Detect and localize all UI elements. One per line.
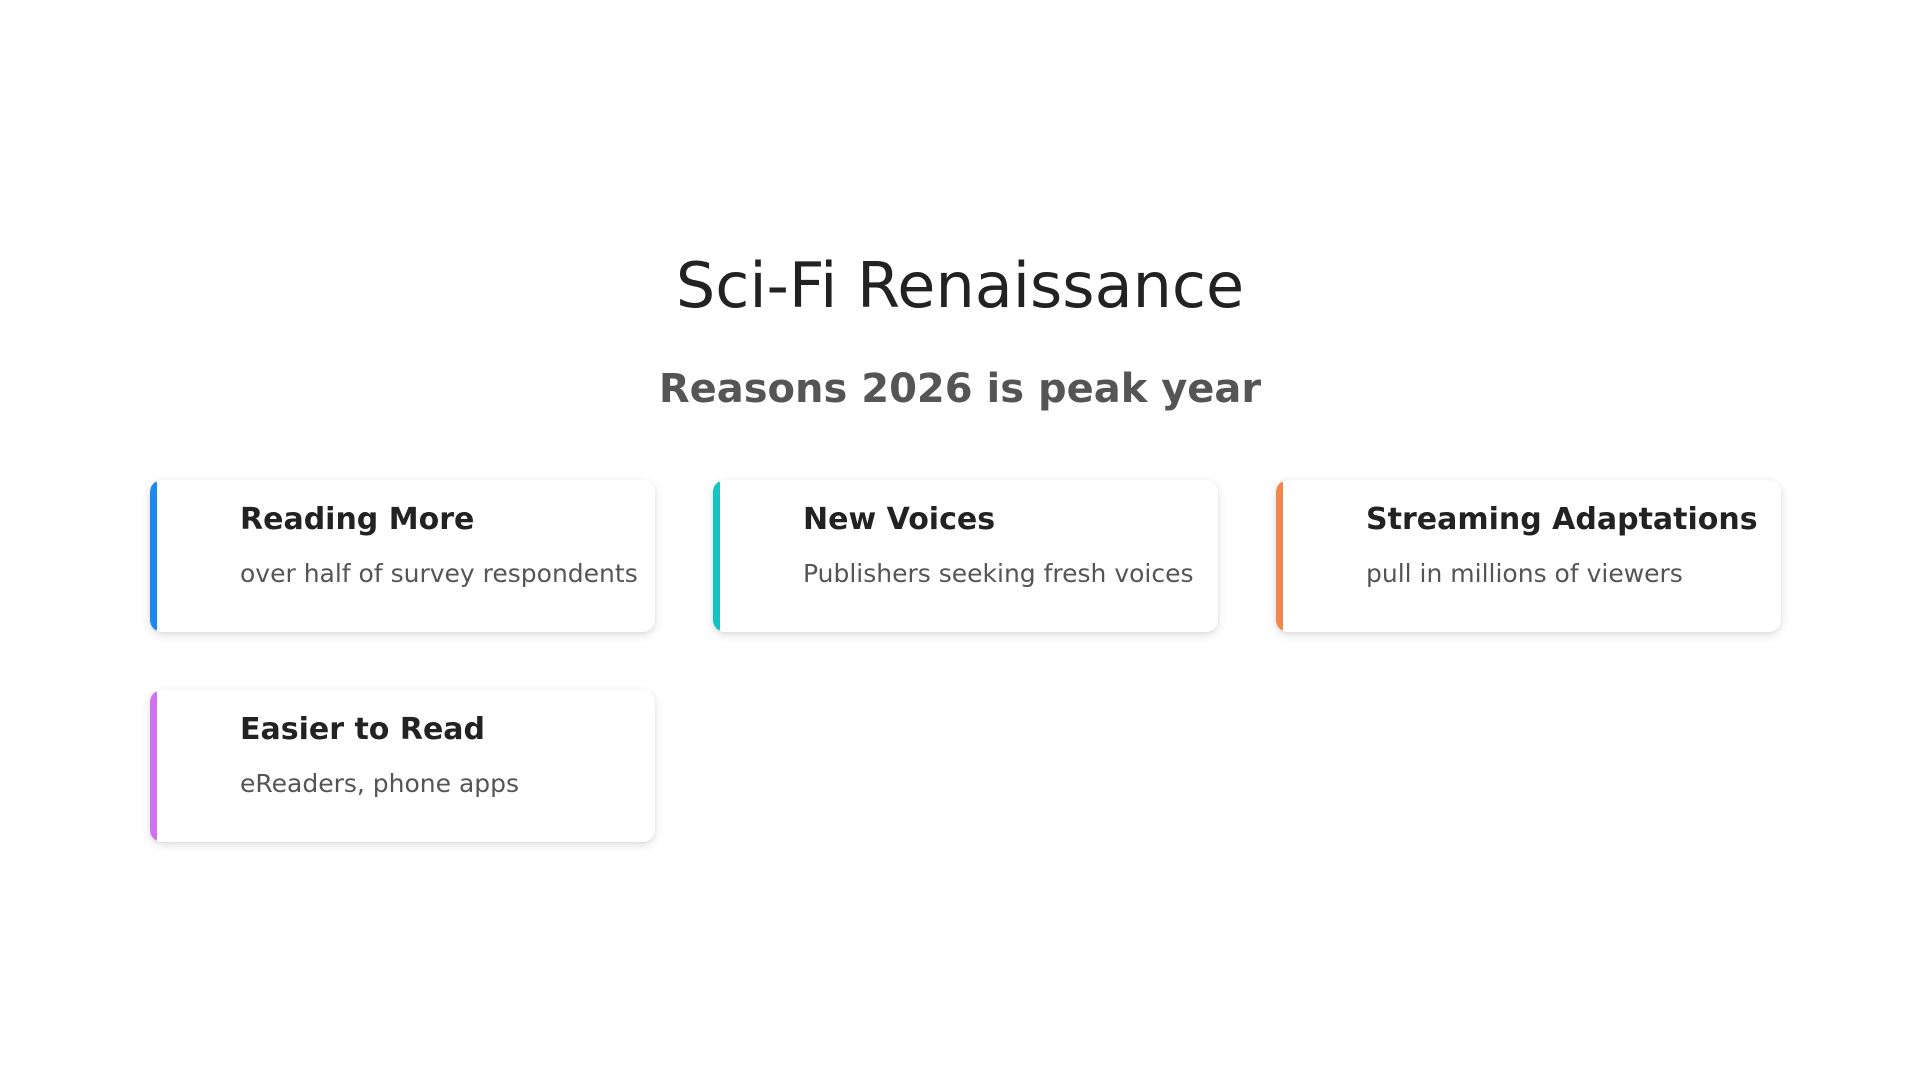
card-title: Easier to Read — [240, 712, 486, 747]
slide-subtitle: Reasons 2026 is peak year — [658, 366, 1262, 412]
card-accent-bar — [150, 480, 157, 632]
reason-cards: Reading More over half of survey respond… — [150, 480, 1781, 842]
reason-card-easier-to-read: Easier to Read eReaders, phone apps — [150, 690, 655, 842]
card-text: over half of survey respondents — [240, 559, 638, 588]
slide: Sci-Fi Renaissance Reasons 2026 is peak … — [0, 0, 1920, 1080]
card-accent-bar — [713, 480, 720, 632]
card-accent-bar — [1276, 480, 1283, 632]
card-text: pull in millions of viewers — [1366, 559, 1683, 588]
reason-card-reading-more: Reading More over half of survey respond… — [150, 480, 655, 632]
card-text: Publishers seeking fresh voices — [803, 559, 1194, 588]
card-title: Streaming Adaptations — [1366, 502, 1758, 537]
card-text: eReaders, phone apps — [240, 769, 520, 798]
card-title: New Voices — [803, 502, 996, 537]
reason-card-streaming-adaptations: Streaming Adaptations pull in millions o… — [1276, 480, 1781, 632]
slide-title: Sci-Fi Renaissance — [675, 249, 1245, 322]
reason-card-new-voices: New Voices Publishers seeking fresh voic… — [713, 480, 1218, 632]
card-title: Reading More — [240, 502, 475, 537]
card-accent-bar — [150, 690, 157, 842]
